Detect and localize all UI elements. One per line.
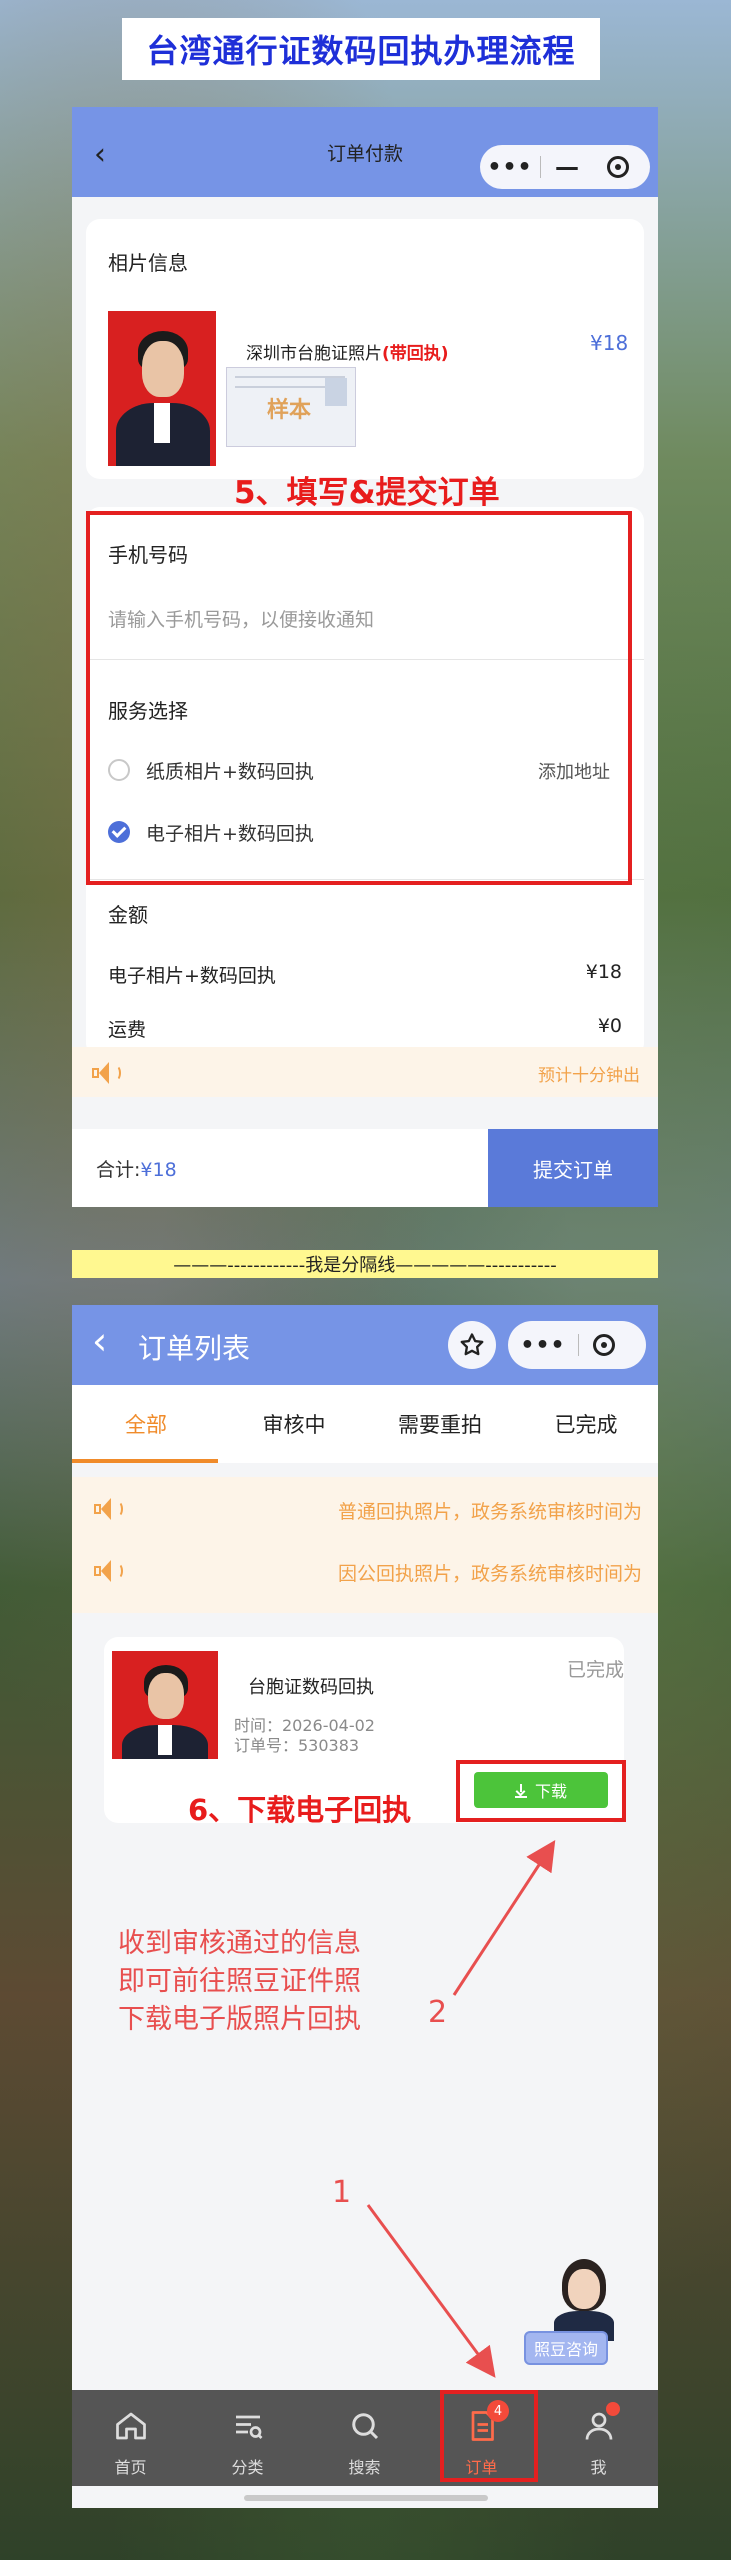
total-label: 合计:¥18: [96, 1159, 177, 1181]
mini-program-capsule: ••• —: [480, 145, 650, 189]
separator-bar: ———------------我是分隔线—————-----------: [72, 1250, 658, 1278]
arrow-to-orders-tab: [366, 2204, 496, 2378]
tab-me[interactable]: 我: [540, 2390, 657, 2486]
amount-title: 金额: [108, 903, 148, 927]
shipping-value: ¥0: [597, 1015, 622, 1037]
product-price: ¥18: [590, 331, 629, 355]
search-icon: [351, 2413, 378, 2440]
estimated-time-text: 预计十分钟出: [538, 1066, 640, 1086]
order-payment-screen: ‹ 订单付款 ••• — 相片信息 深圳市台胞证照片(带回执) ¥18 样本 5…: [72, 107, 658, 1207]
close-target-icon[interactable]: [607, 156, 629, 178]
highlight-box: [86, 511, 632, 885]
flow-title: 台湾通行证数码回执办理流程: [146, 32, 576, 70]
notice-bar: 预计十分钟出: [72, 1047, 658, 1097]
id-photo-thumbnail: [108, 311, 216, 466]
nav-bar: ‹ 订单付款 ••• —: [72, 107, 658, 197]
sample-label: 样本: [267, 398, 312, 423]
amount-item-value: ¥18: [585, 961, 622, 983]
more-icon[interactable]: •••: [480, 155, 540, 180]
assistant-face: [568, 2269, 600, 2309]
home-icon: [115, 2412, 146, 2440]
category-icon: [235, 2415, 262, 2439]
total-value: ¥18: [140, 1159, 177, 1181]
help-chip[interactable]: 照豆咨询: [524, 2331, 609, 2365]
notification-dot: [606, 2402, 620, 2416]
tab-category[interactable]: 分类: [189, 2390, 306, 2486]
arrow-to-download: [452, 1839, 556, 1996]
shipping-label: 运费: [108, 1019, 147, 1041]
home-indicator: [244, 2495, 488, 2501]
amount-item-label: 电子相片+数码回执: [108, 965, 276, 987]
tab-search[interactable]: 搜索: [306, 2390, 423, 2486]
sample-receipt-image: 样本: [226, 367, 356, 447]
order-footer: 合计:¥18 提交订单: [72, 1129, 658, 1207]
tab-home[interactable]: 首页: [72, 2390, 189, 2486]
flow-title-banner: 台湾通行证数码回执办理流程: [122, 18, 600, 80]
speaker-icon: [92, 1061, 122, 1085]
bottom-tab-bar: 首页 分类 搜索 4 订单 我: [72, 2390, 658, 2486]
highlight-box: [440, 2390, 538, 2482]
step5-label: 5、填写&提交订单: [234, 475, 500, 511]
product-name: 深圳市台胞证照片(带回执): [246, 344, 449, 364]
photo-info-card: 相片信息 深圳市台胞证照片(带回执) ¥18 样本: [86, 219, 644, 479]
help-assistant[interactable]: 照豆咨询: [524, 2255, 642, 2375]
order-list-screen: ‹ 订单列表 ••• 全部 审核中 需要重拍 已完成 普通回执照片，政务系统审核…: [72, 1305, 658, 2508]
photo-info-title: 相片信息: [108, 251, 188, 275]
minimize-icon[interactable]: —: [541, 153, 593, 181]
submit-order-button[interactable]: 提交订单: [488, 1129, 658, 1207]
